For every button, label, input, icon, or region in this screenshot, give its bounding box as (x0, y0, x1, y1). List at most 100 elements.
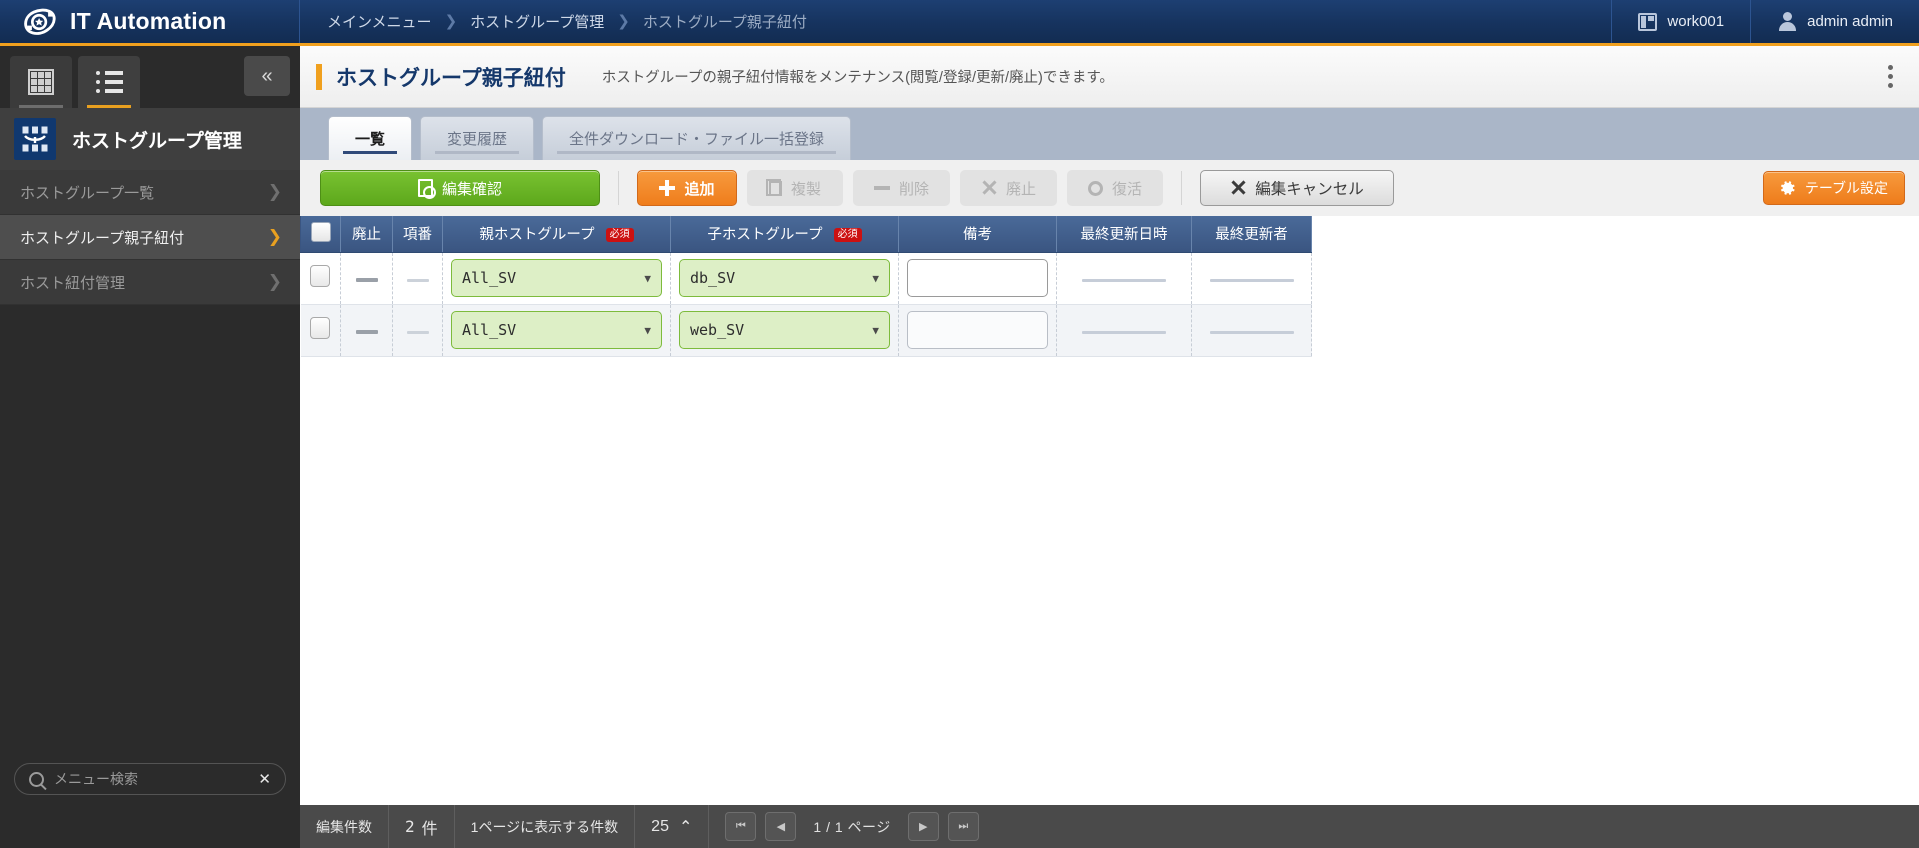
table-settings-button[interactable]: テーブル設定 (1762, 171, 1905, 205)
sidebar-item-host-group-list[interactable]: ホストグループ一覧 ❯ (0, 170, 300, 215)
tab-list[interactable]: 一覧 (328, 116, 413, 160)
tab-change-history[interactable]: 変更履歴 (420, 116, 535, 160)
tab-underline (557, 151, 837, 154)
cell-child-host-group[interactable]: db_SV ▼ (670, 252, 899, 305)
sidebar-group-title: ホストグループ管理 (72, 130, 242, 152)
discard-button[interactable]: 廃止 (960, 170, 1058, 206)
sidebar-collapse-button[interactable]: « (244, 56, 290, 96)
cell-parent-host-group[interactable]: All_SV ▼ (442, 304, 671, 357)
column-header-select-all[interactable] (300, 216, 341, 253)
required-badge: 必須 (605, 228, 634, 243)
page-separator: / (826, 818, 831, 835)
toolbar-divider (618, 171, 619, 205)
sidebar-tab-grid[interactable] (10, 56, 72, 108)
select-value: All_SV (462, 321, 517, 339)
cell-select[interactable] (300, 252, 341, 305)
restore-label: 復活 (1112, 180, 1143, 198)
column-label: 項番 (403, 227, 432, 244)
delete-button[interactable]: 削除 (853, 170, 951, 206)
sidebar-item-host-group-parent-child[interactable]: ホストグループ親子紐付 ❯ (0, 215, 300, 260)
cell-remarks[interactable] (898, 252, 1057, 305)
application-window: IT Automation メインメニュー ❯ ホストグループ管理 ❯ ホストグ… (0, 0, 1919, 848)
footer-sidebar-spacer (0, 805, 300, 848)
column-label: 備考 (963, 227, 992, 244)
page-total: 1 (834, 818, 844, 835)
gear-icon (1780, 180, 1796, 196)
breadcrumb-item-1[interactable]: メインメニュー (327, 11, 432, 32)
prev-page-button[interactable]: ◀ (765, 812, 797, 841)
per-page-selector[interactable]: 25 ⌃ (635, 805, 710, 848)
list-view-icon (95, 71, 123, 93)
row-checkbox[interactable] (310, 264, 331, 287)
duplicate-button[interactable]: 複製 (747, 170, 843, 206)
cell-last-updater (1191, 252, 1312, 305)
column-header-last-updated[interactable]: 最終更新日時 (1056, 216, 1192, 253)
delete-label: 削除 (899, 180, 930, 198)
page-header: ホストグループ親子紐付 ホストグループの親子紐付情報をメンテナンス(閲覧/登録/… (300, 46, 1919, 108)
column-header-parent-host-group[interactable]: 親ホストグループ 必須 (442, 216, 671, 253)
column-header-child-host-group[interactable]: 子ホストグループ 必須 (670, 216, 899, 253)
parent-host-group-select[interactable]: All_SV ▼ (451, 311, 662, 349)
tab-underline (343, 151, 398, 154)
edit-count-unit: 件 (421, 818, 438, 838)
table-row: All_SV ▼ web_SV ▼ (300, 304, 1312, 357)
tab-bulk-download-upload[interactable]: 全件ダウンロード・ファイル一括登録 (542, 116, 852, 160)
row-checkbox[interactable] (310, 316, 331, 339)
cell-last-updated (1056, 252, 1192, 305)
next-page-button[interactable]: ▶ (907, 812, 939, 841)
chevron-right-icon: ❯ (444, 13, 458, 30)
child-host-group-select[interactable]: db_SV ▼ (679, 259, 890, 297)
column-header-discarded[interactable]: 廃止 (340, 216, 393, 253)
server-rack-icon (14, 118, 56, 160)
add-button[interactable]: 追加 (637, 170, 737, 206)
sidebar-item-label: ホストグループ一覧 (20, 184, 155, 202)
column-header-remarks[interactable]: 備考 (898, 216, 1057, 253)
last-page-button[interactable]: ⏭ (947, 812, 979, 841)
sidebar-group-header: ホストグループ管理 (0, 108, 300, 170)
cell-remarks[interactable] (898, 304, 1057, 357)
parent-host-group-select[interactable]: All_SV ▼ (451, 259, 662, 297)
add-label: 追加 (684, 180, 715, 198)
tab-label: 変更履歴 (447, 131, 508, 148)
restore-button[interactable]: 復活 (1067, 170, 1164, 206)
topbar-right-group: work001 admin admin (1611, 0, 1919, 43)
remarks-input[interactable] (907, 259, 1048, 297)
first-page-button[interactable]: ⏮ (725, 812, 757, 841)
user-menu[interactable]: admin admin (1750, 0, 1919, 43)
sidebar: « ホストグループ管理 ホストグループ一覧 ❯ ホストグループ親子紐付 ❯ ホス… (0, 46, 300, 805)
cell-parent-host-group[interactable]: All_SV ▼ (442, 252, 671, 305)
sidebar-item-host-link-management[interactable]: ホスト紐付管理 ❯ (0, 260, 300, 305)
chevron-up-icon: ⌃ (678, 818, 693, 836)
cancel-edit-button[interactable]: 編集キャンセル (1200, 170, 1395, 206)
column-header-last-updater[interactable]: 最終更新者 (1191, 216, 1312, 253)
workspace-label: work001 (1667, 13, 1725, 30)
cell-select[interactable] (300, 304, 341, 357)
tab-underline (435, 151, 520, 154)
user-avatar-icon (1777, 12, 1797, 31)
confirm-edit-button[interactable]: 編集確認 (320, 170, 600, 206)
remarks-input[interactable] (907, 311, 1048, 349)
cell-child-host-group[interactable]: web_SV ▼ (670, 304, 899, 357)
sidebar-item-label: ホストグループ親子紐付 (20, 229, 185, 247)
column-header-item-no[interactable]: 項番 (392, 216, 443, 253)
x-icon (981, 180, 997, 196)
workspace-indicator[interactable]: work001 (1611, 0, 1750, 43)
select-all-checkbox[interactable] (310, 221, 331, 242)
table-header-row: 廃止 項番 親ホストグループ 必須 子ホストグループ 必須 備考 最終更新日時 … (300, 216, 1312, 253)
per-page-label: 1ページに表示する件数 (455, 805, 636, 848)
select-value: All_SV (462, 269, 517, 287)
menu-search-input[interactable]: メニュー検索 ✕ (14, 763, 286, 795)
clear-search-icon[interactable]: ✕ (258, 770, 271, 788)
chevron-down-icon: ▼ (644, 271, 651, 285)
per-page-value: 25 (651, 817, 669, 835)
child-host-group-select[interactable]: web_SV ▼ (679, 311, 890, 349)
kebab-menu-icon[interactable] (1879, 65, 1901, 88)
brand-area[interactable]: IT Automation (0, 0, 300, 43)
document-search-icon (417, 179, 436, 199)
sidebar-item-label: ホスト紐付管理 (20, 274, 126, 292)
sidebar-tab-list[interactable] (78, 56, 140, 108)
edit-count-value: 2 (405, 817, 415, 836)
breadcrumb-item-2[interactable]: ホストグループ管理 (470, 11, 604, 32)
page-current: 1 (813, 818, 822, 835)
sidebar-search-area: メニュー検索 ✕ (0, 753, 300, 805)
